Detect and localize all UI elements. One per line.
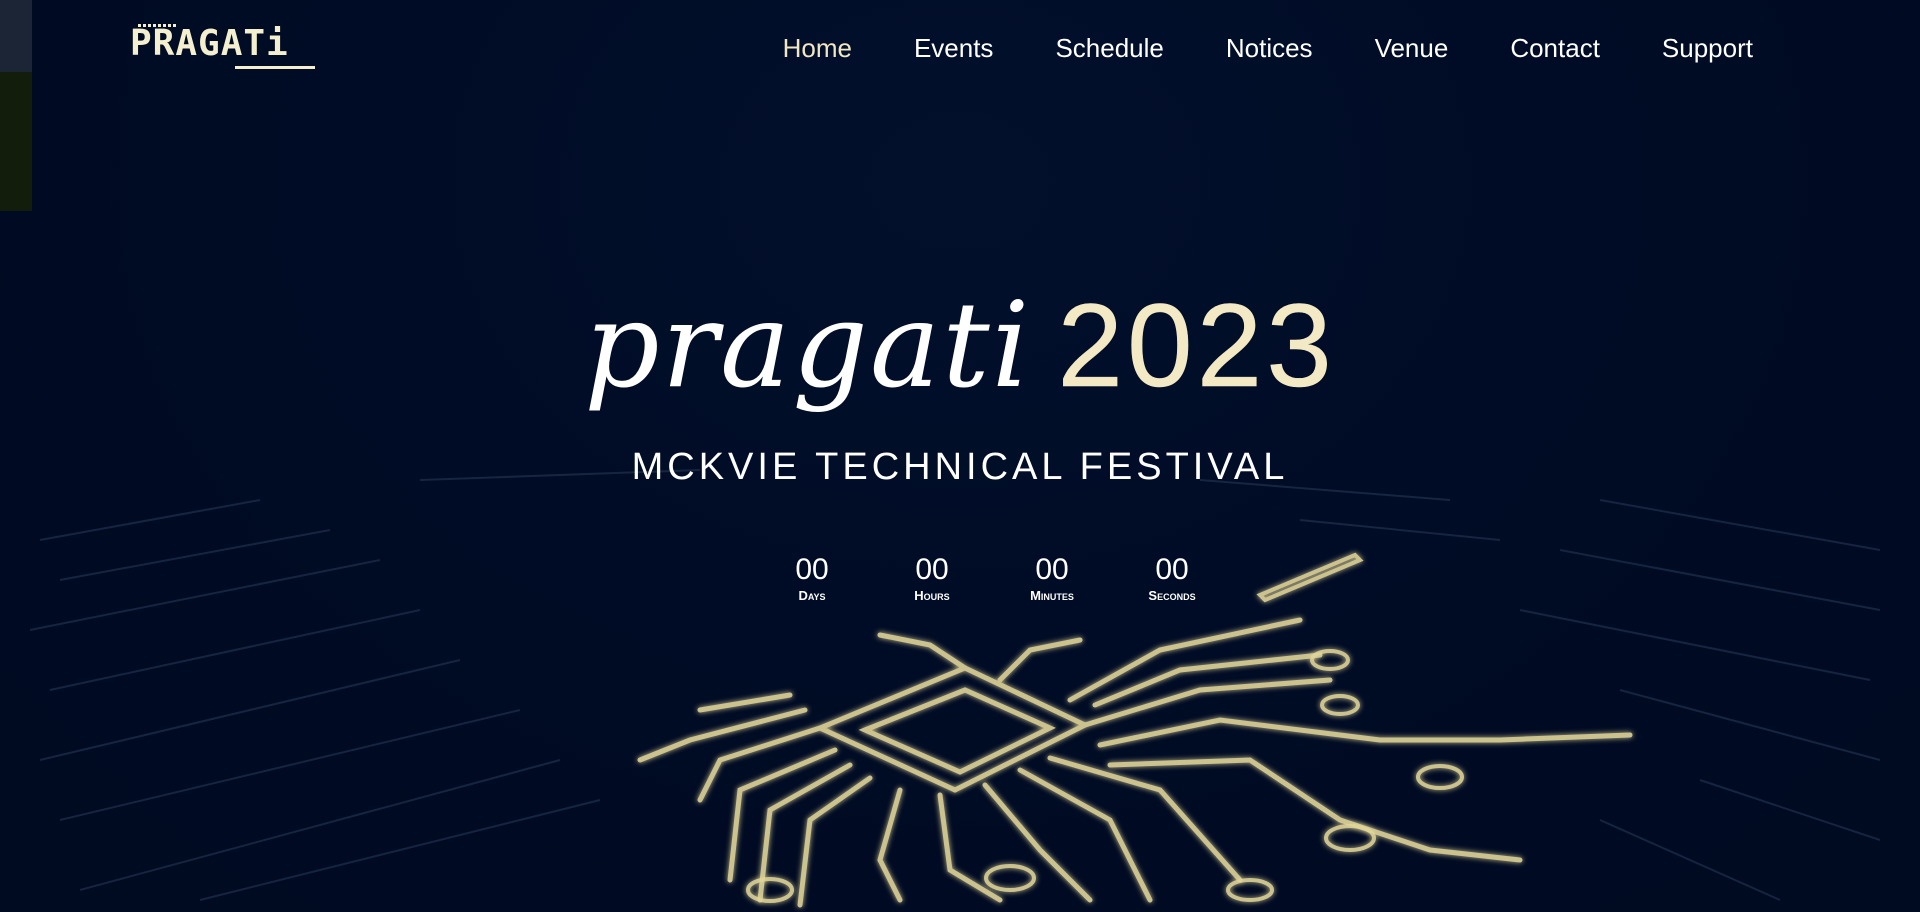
countdown-seconds: 00 Seconds	[1112, 552, 1232, 604]
page: PRAGATi Home Events Schedule Notices Ven…	[0, 0, 1920, 912]
main-nav: Home Events Schedule Notices Venue Conta…	[721, 30, 1753, 66]
nav-item-support[interactable]: Support	[1662, 30, 1753, 66]
countdown-hours: 00 Hours	[872, 552, 992, 604]
circuit-background	[29, 469, 1881, 908]
nav-item-home[interactable]: Home	[783, 30, 852, 66]
hero-year: 2023	[1057, 280, 1336, 412]
hero-subtitle: MCKVIE TECHNICAL FESTIVAL	[631, 446, 1289, 488]
logo[interactable]: PRAGATi	[130, 22, 315, 74]
countdown-days: 00 Days	[752, 552, 872, 604]
navbar: PRAGATi Home Events Schedule Notices Ven…	[0, 0, 1920, 100]
hero-title: pragati 2023	[0, 280, 1920, 446]
logo-underline	[235, 66, 315, 69]
countdown-value: 00	[1035, 553, 1069, 586]
countdown-value: 00	[915, 553, 949, 586]
countdown-value: 00	[795, 553, 829, 586]
nav-item-schedule[interactable]: Schedule	[1055, 30, 1163, 66]
countdown-label: Hours	[914, 588, 950, 603]
nav-item-venue[interactable]: Venue	[1375, 30, 1449, 66]
nav-item-contact[interactable]: Contact	[1510, 30, 1600, 66]
countdown-label: Minutes	[1030, 588, 1074, 603]
hero-name: pragati	[584, 276, 1032, 414]
nav-item-notices[interactable]: Notices	[1226, 30, 1313, 66]
countdown-label: Seconds	[1148, 588, 1196, 603]
countdown-label: Days	[798, 588, 826, 603]
countdown-minutes: 00 Minutes	[992, 552, 1112, 604]
countdown: 00 Days 00 Hours 00 Minutes 00 Seconds	[752, 552, 1232, 604]
logo-text: PRAGATi	[130, 23, 289, 64]
nav-item-events[interactable]: Events	[914, 30, 994, 66]
countdown-value: 00	[1155, 553, 1189, 586]
